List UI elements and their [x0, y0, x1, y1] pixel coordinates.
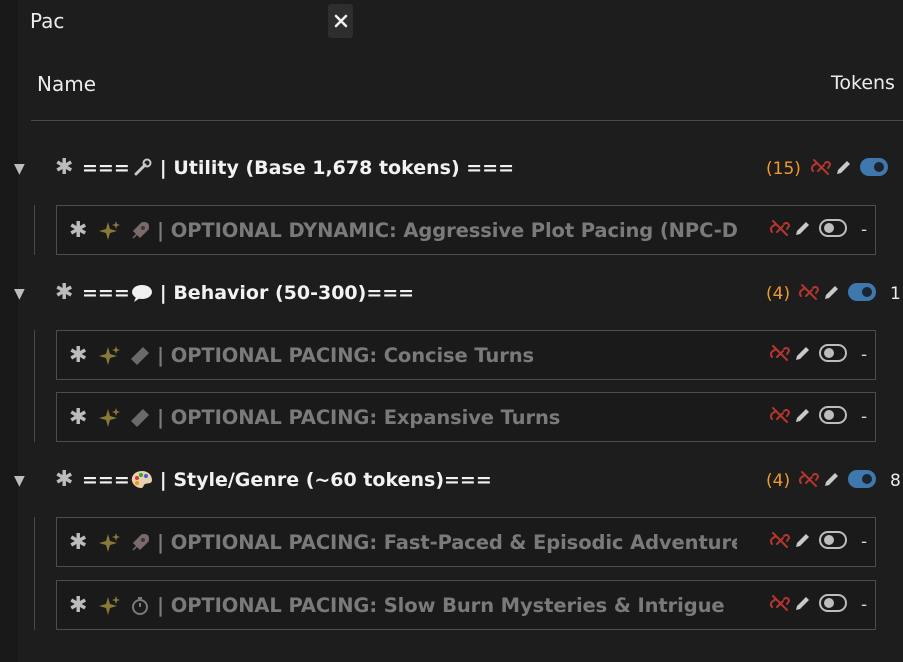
- unlink-icon[interactable]: [810, 157, 832, 177]
- collapse-caret-icon[interactable]: ▼: [14, 473, 25, 489]
- asterisk-icon: ✱: [55, 280, 74, 305]
- entry-row[interactable]: ✱ | OPTIONAL PACING: Concise Turns -: [56, 330, 876, 380]
- group-title: === | Behavior (50-300)===: [82, 282, 415, 304]
- collapse-caret-icon[interactable]: ▼: [14, 161, 25, 177]
- speech-bubble-icon: [131, 285, 152, 302]
- asterisk-icon: ✱: [69, 593, 88, 618]
- group-enable-toggle[interactable]: [848, 283, 876, 301]
- rocket-icon: [132, 222, 149, 239]
- sparkles-icon: [99, 533, 120, 552]
- collapse-caret-icon[interactable]: ▼: [14, 286, 25, 302]
- pencil-icon[interactable]: [793, 218, 811, 238]
- search-input[interactable]: [18, 4, 324, 38]
- entry-title: | OPTIONAL DYNAMIC: Aggressive Plot Paci…: [157, 219, 737, 242]
- entry-tokens: -: [861, 532, 868, 552]
- entry-row[interactable]: ✱ | OPTIONAL PACING: Fast-Paced & Episod…: [56, 517, 876, 567]
- entry-count: (4): [766, 284, 791, 304]
- stopwatch-icon: [132, 597, 148, 615]
- group-title: === | Style/Genre (~60 tokens)===: [82, 469, 492, 491]
- unlink-icon[interactable]: [769, 218, 791, 238]
- entry-tokens: -: [861, 407, 868, 427]
- group-title: === | Utility (Base 1,678 tokens) ===: [82, 157, 515, 179]
- entry-enable-toggle[interactable]: [819, 406, 847, 424]
- group-enable-toggle[interactable]: [848, 470, 876, 488]
- asterisk-icon: ✱: [55, 467, 74, 492]
- pencil-icon[interactable]: [822, 282, 840, 302]
- pencil-icon[interactable]: [834, 157, 852, 177]
- tree-guide-line: [34, 205, 35, 255]
- sparkles-icon: [99, 221, 120, 240]
- group-enable-toggle[interactable]: [860, 158, 888, 176]
- entry-enable-toggle[interactable]: [819, 531, 847, 549]
- pencil-icon[interactable]: [793, 343, 811, 363]
- ruler-icon: [131, 347, 149, 365]
- close-icon: [334, 14, 347, 28]
- pencil-icon[interactable]: [822, 469, 840, 489]
- palette-icon: [131, 471, 152, 488]
- asterisk-icon: ✱: [55, 155, 74, 180]
- tree-guide-line: [34, 330, 35, 442]
- sparkles-icon: [99, 408, 120, 427]
- pencil-icon[interactable]: [793, 593, 811, 613]
- unlink-icon[interactable]: [769, 593, 791, 613]
- entry-tokens: -: [861, 345, 868, 365]
- entry-row[interactable]: ✱ | OPTIONAL PACING: Expansive Turns -: [56, 392, 876, 442]
- asterisk-icon: ✱: [69, 530, 88, 555]
- clear-search-button[interactable]: [328, 4, 353, 38]
- rocket-icon: [132, 534, 149, 551]
- entry-count: (15): [766, 159, 801, 179]
- entry-title: | OPTIONAL PACING: Slow Burn Mysteries &…: [157, 594, 725, 617]
- ruler-icon: [131, 409, 149, 427]
- group-row-style-genre[interactable]: ▼ ✱ === | Style/Genre (~60 tokens)=== (4…: [0, 463, 903, 499]
- group-tokens: 1: [890, 284, 901, 304]
- wrench-icon: [134, 158, 152, 176]
- entry-tokens: -: [861, 595, 868, 615]
- sparkles-icon: [99, 596, 120, 615]
- pencil-icon[interactable]: [793, 405, 811, 425]
- entry-title: | OPTIONAL PACING: Concise Turns: [157, 344, 535, 367]
- unlink-icon[interactable]: [798, 469, 820, 489]
- asterisk-icon: ✱: [69, 218, 88, 243]
- unlink-icon[interactable]: [769, 405, 791, 425]
- entry-title: | OPTIONAL PACING: Expansive Turns: [157, 406, 561, 429]
- unlink-icon[interactable]: [769, 343, 791, 363]
- column-header-tokens[interactable]: Tokens: [831, 72, 895, 94]
- group-row-behavior[interactable]: ▼ ✱ === | Behavior (50-300)=== (4) 1: [0, 276, 903, 312]
- header-divider: [31, 120, 903, 121]
- asterisk-icon: ✱: [69, 343, 88, 368]
- entry-enable-toggle[interactable]: [819, 344, 847, 362]
- group-row-utility[interactable]: ▼ ✱ === | Utility (Base 1,678 tokens) ==…: [0, 151, 903, 187]
- group-tokens: 8: [890, 471, 901, 491]
- unlink-icon[interactable]: [798, 282, 820, 302]
- entry-row[interactable]: ✱ | OPTIONAL PACING: Slow Burn Mysteries…: [56, 580, 876, 630]
- entry-enable-toggle[interactable]: [819, 219, 847, 237]
- sparkles-icon: [99, 346, 120, 365]
- column-header-name[interactable]: Name: [37, 72, 96, 96]
- unlink-icon[interactable]: [769, 530, 791, 550]
- entry-count: (4): [766, 471, 791, 491]
- entry-tokens: -: [861, 220, 868, 240]
- pencil-icon[interactable]: [793, 530, 811, 550]
- entry-title: | OPTIONAL PACING: Fast-Paced & Episodic…: [157, 531, 737, 554]
- entry-enable-toggle[interactable]: [819, 594, 847, 612]
- entry-row[interactable]: ✱ | OPTIONAL DYNAMIC: Aggressive Plot Pa…: [56, 205, 876, 255]
- tree-guide-line: [34, 517, 35, 630]
- asterisk-icon: ✱: [69, 405, 88, 430]
